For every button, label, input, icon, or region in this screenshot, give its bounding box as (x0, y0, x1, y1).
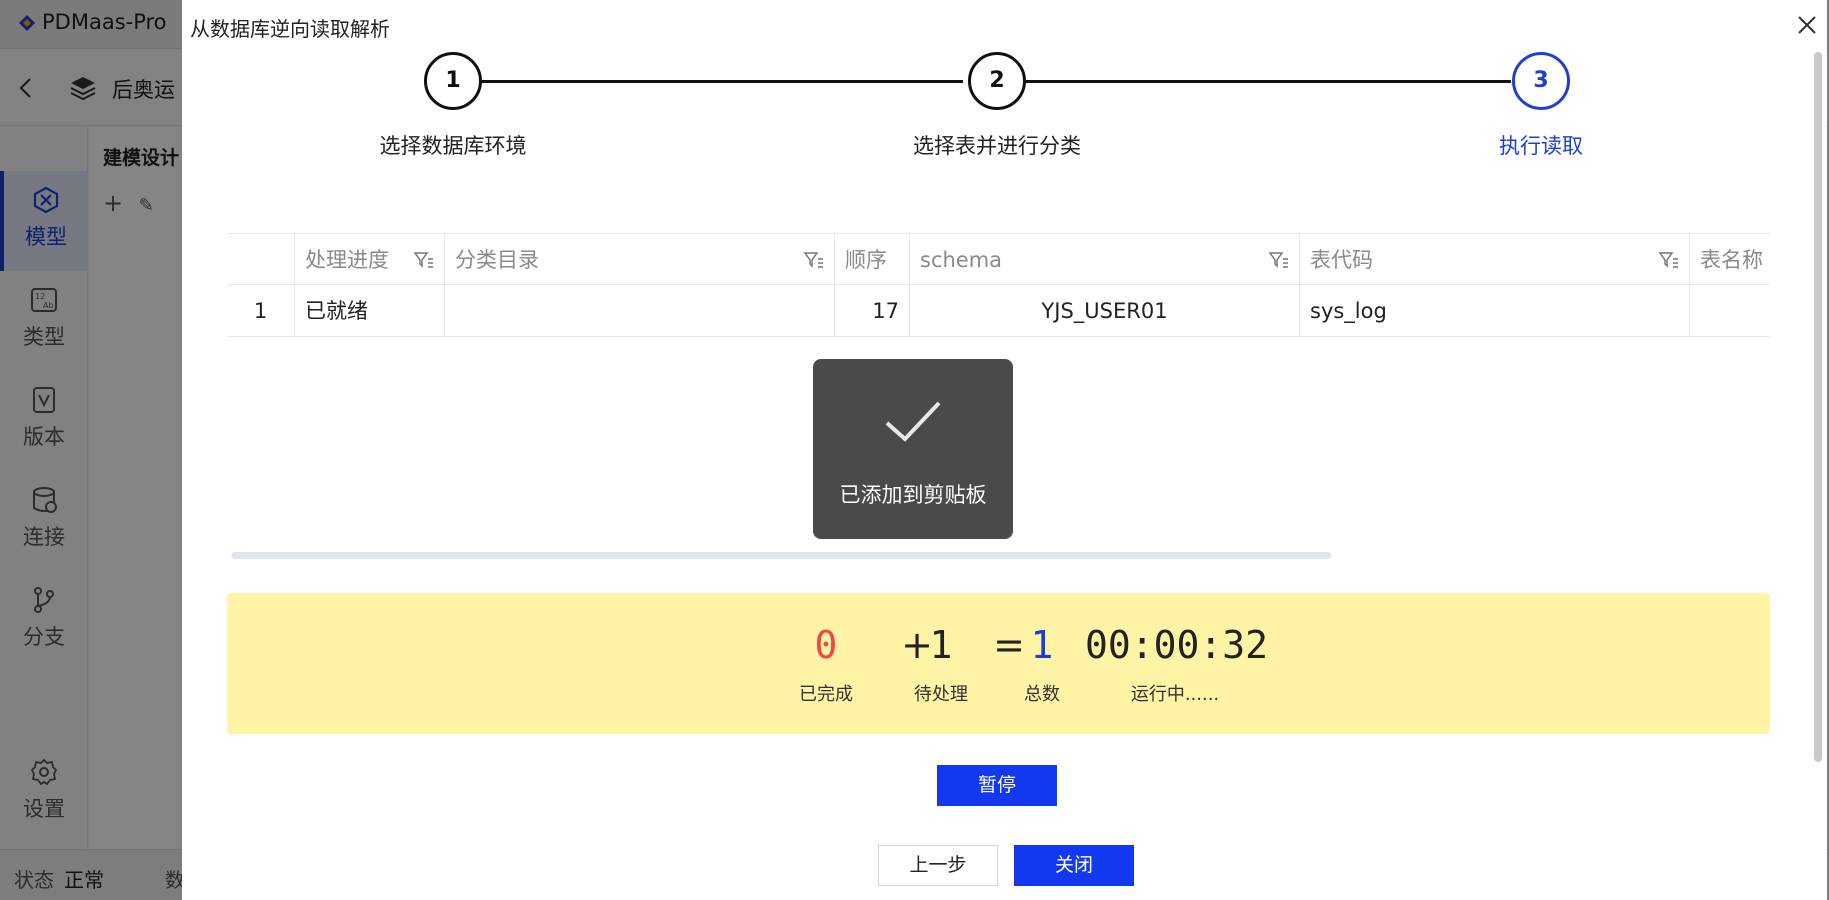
table-row[interactable]: 1 已就绪 17 YJS_USER01 sys_log (227, 285, 1770, 337)
close-button[interactable]: 关闭 (1014, 845, 1134, 886)
row-table-name (1689, 285, 1770, 337)
column-header-label: 分类目录 (455, 248, 539, 272)
column-header-table-name[interactable]: 表名称 (1689, 234, 1770, 286)
row-order: 17 (834, 285, 909, 337)
column-header-schema[interactable]: schema (909, 234, 1299, 286)
reverse-parse-dialog: 从数据库逆向读取解析 1 2 3 选择数据库环境 选择表并进行分类 执行读取 处… (182, 0, 1827, 900)
pending-count: 1 (929, 623, 953, 667)
column-header-label: schema (920, 248, 1003, 272)
total-count: 1 (1030, 623, 1054, 667)
pause-button[interactable]: 暂停 (937, 765, 1057, 806)
checkmark-icon (885, 401, 941, 442)
filter-icon[interactable] (413, 250, 435, 270)
column-header-progress[interactable]: 处理进度 (294, 234, 444, 286)
step-1-label: 选择数据库环境 (379, 134, 527, 158)
elapsed-time: 00:00:32 (1085, 623, 1269, 667)
close-icon[interactable] (1796, 14, 1818, 36)
step-3-label: 执行读取 (1499, 134, 1583, 158)
completed-count: 0 (814, 623, 838, 667)
step-connector (997, 80, 1511, 83)
row-schema: YJS_USER01 (909, 285, 1299, 337)
progress-summary: 0 + 1 = 1 00:00:32 已完成 待处理 总数 运行中...... (227, 593, 1770, 734)
filter-icon[interactable] (803, 250, 825, 270)
toast-message: 已添加到剪贴板 (839, 483, 987, 507)
column-header-order[interactable]: 顺序 (834, 234, 909, 286)
column-header-table-code[interactable]: 表代码 (1299, 234, 1689, 286)
completed-label: 已完成 (799, 684, 853, 705)
step-1-circle: 1 (424, 52, 482, 110)
column-header-category[interactable]: 分类目录 (444, 234, 834, 286)
row-table-code: sys_log (1299, 285, 1689, 337)
step-2-circle: 2 (968, 52, 1026, 110)
filter-icon[interactable] (1268, 250, 1290, 270)
clipboard-toast: 已添加到剪贴板 (813, 359, 1013, 539)
table-header: 处理进度 分类目录 顺序 schema 表代码 表名称 (227, 233, 1770, 286)
vertical-scrollbar[interactable] (1814, 52, 1822, 762)
pending-label: 待处理 (914, 684, 968, 705)
previous-step-button[interactable]: 上一步 (878, 845, 998, 886)
step-2-label: 选择表并进行分类 (913, 134, 1081, 158)
column-header-label: 表代码 (1310, 248, 1373, 272)
table-grid: 处理进度 分类目录 顺序 schema 表代码 表名称 1 已就绪 17 YJS… (227, 233, 1770, 338)
dialog-title: 从数据库逆向读取解析 (190, 17, 390, 41)
step-connector (453, 80, 963, 83)
run-state-label: 运行中...... (1130, 684, 1220, 705)
column-header-label: 处理进度 (305, 248, 389, 272)
step-3-circle: 3 (1512, 52, 1570, 110)
horizontal-scrollbar[interactable] (231, 552, 1331, 559)
row-index: 1 (253, 299, 268, 323)
filter-icon[interactable] (1658, 250, 1680, 270)
column-header-index (227, 234, 294, 286)
row-progress: 已就绪 (294, 285, 444, 337)
total-label: 总数 (1024, 684, 1060, 705)
row-category (444, 285, 834, 337)
